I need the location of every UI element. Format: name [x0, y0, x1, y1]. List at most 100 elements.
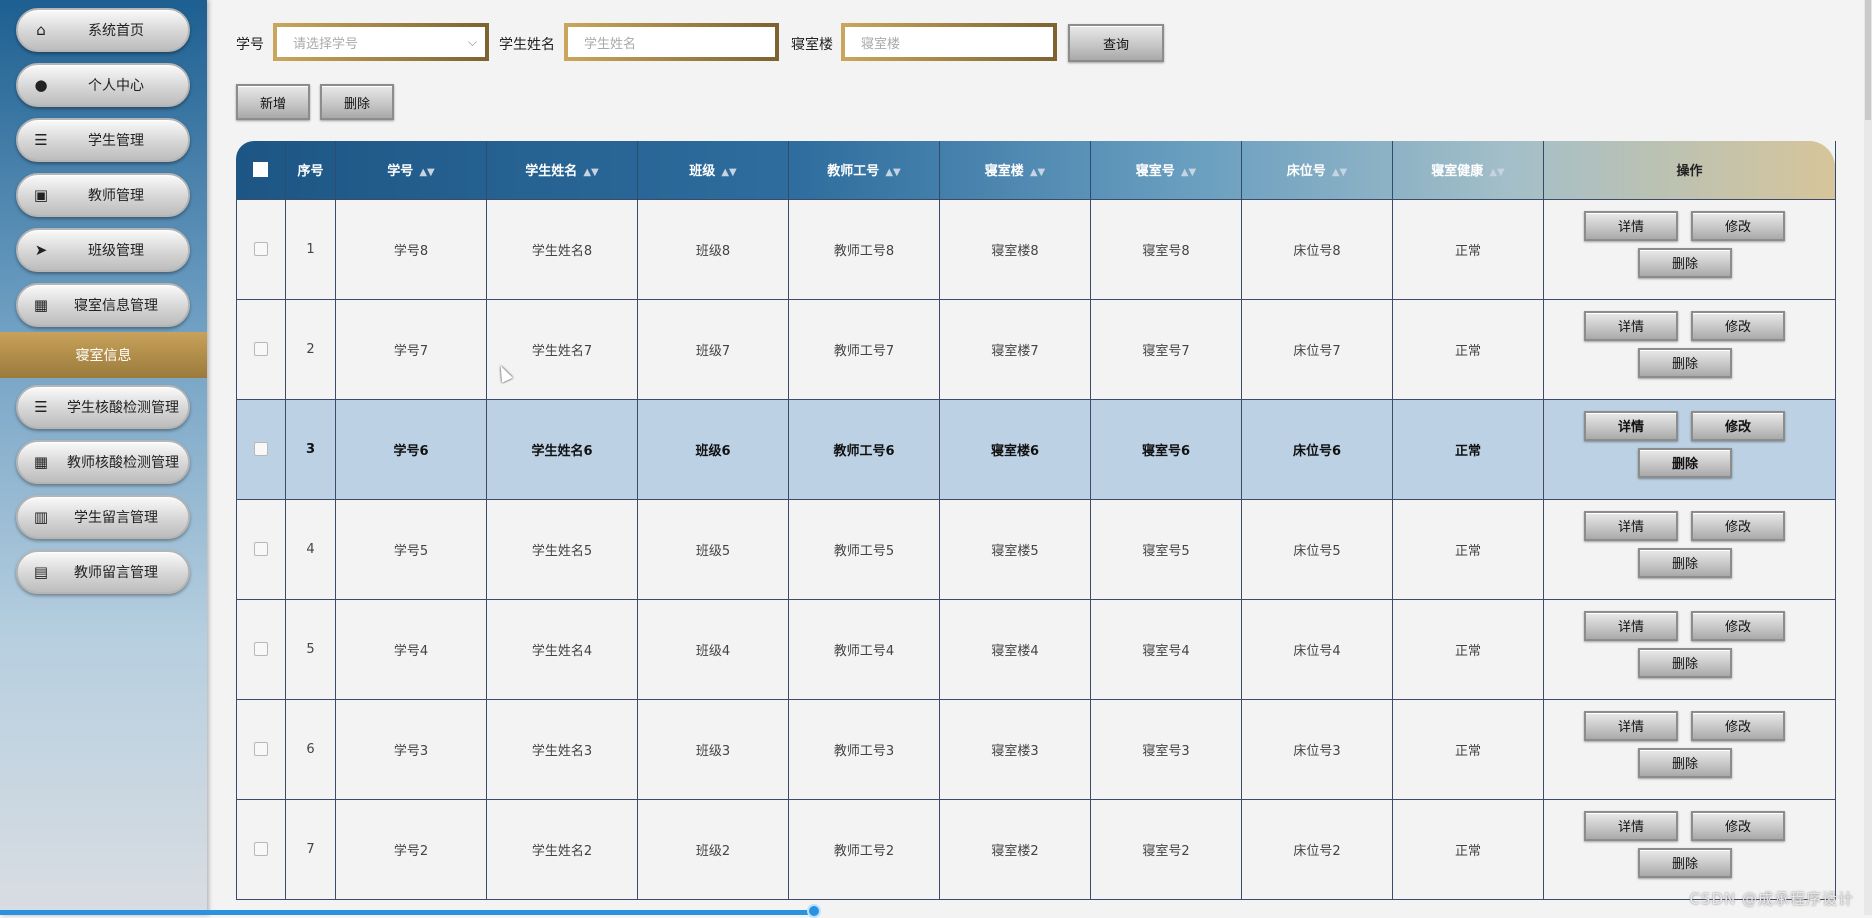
sidebar-item-student-test[interactable]: ☰ 学生核酸检测管理: [16, 385, 190, 429]
row-select-cell[interactable]: [236, 798, 286, 900]
row-delete-button[interactable]: 删除: [1638, 847, 1732, 878]
vertical-scrollbar-thumb[interactable]: [1865, 0, 1871, 120]
cell-name: 学生姓名3: [486, 698, 638, 800]
row-delete-button[interactable]: 删除: [1638, 647, 1732, 678]
row-checkbox[interactable]: [254, 842, 268, 856]
grid-icon: ▦: [33, 296, 49, 314]
detail-button[interactable]: 详情: [1584, 510, 1678, 541]
col-header-health[interactable]: 寝室健康 ▲▼: [1392, 141, 1544, 199]
sidebar-item-dorm-info[interactable]: ▦ 寝室信息管理: [16, 283, 190, 327]
horizontal-scrollbar[interactable]: [0, 910, 820, 915]
col-header-bed[interactable]: 床位号 ▲▼: [1241, 141, 1393, 199]
table-row[interactable]: 3 学号6 学生姓名6 班级6 教师工号6 寝室楼6 寝室号6 床位号6 正常 详情 修改 删除: [236, 398, 1836, 500]
delete-selected-button[interactable]: 删除: [320, 84, 394, 120]
col-header-class[interactable]: 班级 ▲▼: [637, 141, 789, 199]
sidebar-subitem-dorm-info[interactable]: 寝室信息: [0, 332, 207, 378]
col-header-building[interactable]: 寝室楼 ▲▼: [939, 141, 1091, 199]
vertical-scrollbar[interactable]: [1864, 0, 1872, 915]
sidebar-item-teacher-messages[interactable]: ▤ 教师留言管理: [16, 550, 190, 594]
select-all-cell[interactable]: [236, 141, 286, 199]
building-input[interactable]: 寝室楼: [841, 23, 1057, 61]
row-select-cell[interactable]: [236, 398, 286, 500]
row-checkbox[interactable]: [254, 542, 268, 556]
row-select-cell[interactable]: [236, 698, 286, 800]
cell-bed: 床位号5: [1241, 498, 1393, 600]
name-input[interactable]: 学生姓名: [564, 23, 779, 61]
add-button[interactable]: 新增: [236, 84, 310, 120]
edit-button[interactable]: 修改: [1691, 410, 1785, 441]
edit-button[interactable]: 修改: [1691, 610, 1785, 641]
detail-button[interactable]: 详情: [1584, 710, 1678, 741]
table-row[interactable]: 2 学号7 学生姓名7 班级7 教师工号7 寝室楼7 寝室号7 床位号7 正常 详情 修改 删除: [236, 298, 1836, 400]
edit-button[interactable]: 修改: [1691, 510, 1785, 541]
row-checkbox[interactable]: [254, 242, 268, 256]
edit-button[interactable]: 修改: [1691, 310, 1785, 341]
cell-teacher-id: 教师工号4: [788, 598, 940, 700]
col-header-name[interactable]: 学生姓名 ▲▼: [486, 141, 638, 199]
horizontal-scrollbar-handle[interactable]: [807, 904, 821, 918]
row-select-cell[interactable]: [236, 298, 286, 400]
cell-health: 正常: [1392, 798, 1544, 900]
detail-button[interactable]: 详情: [1584, 310, 1678, 341]
sort-icon[interactable]: ▲▼: [1181, 167, 1196, 178]
row-delete-button[interactable]: 删除: [1638, 447, 1732, 478]
cell-name: 学生姓名5: [486, 498, 638, 600]
row-delete-button[interactable]: 删除: [1638, 247, 1732, 278]
sidebar-item-students[interactable]: ☰ 学生管理: [16, 118, 190, 162]
detail-button[interactable]: 详情: [1584, 210, 1678, 241]
sort-icon[interactable]: ▲▼: [1489, 167, 1504, 178]
col-header-label: 学号: [387, 164, 414, 180]
cell-bed: 床位号6: [1241, 398, 1393, 500]
table-row[interactable]: 1 学号8 学生姓名8 班级8 教师工号8 寝室楼8 寝室号8 床位号8 正常 详情 修改 删除: [236, 198, 1836, 300]
row-checkbox[interactable]: [254, 642, 268, 656]
sidebar-item-classes[interactable]: ➤ 班级管理: [16, 228, 190, 272]
sidebar-item-profile[interactable]: ● 个人中心: [16, 63, 190, 107]
sidebar-item-student-messages[interactable]: ▥ 学生留言管理: [16, 495, 190, 539]
edit-button[interactable]: 修改: [1691, 710, 1785, 741]
list-icon: ☰: [34, 398, 48, 416]
table-row[interactable]: 6 学号3 学生姓名3 班级3 教师工号3 寝室楼3 寝室号3 床位号3 正常 详情 修改 删除: [236, 698, 1836, 800]
table-row[interactable]: 7 学号2 学生姓名2 班级2 教师工号2 寝室楼2 寝室号2 床位号2 正常 详情 修改 删除: [236, 798, 1836, 900]
row-checkbox[interactable]: [254, 442, 268, 456]
sidebar-item-home[interactable]: ⌂ 系统首页: [16, 8, 190, 52]
sort-icon[interactable]: ▲▼: [583, 167, 598, 178]
row-delete-button[interactable]: 删除: [1638, 347, 1732, 378]
row-checkbox[interactable]: [254, 342, 268, 356]
sort-icon[interactable]: ▲▼: [1332, 167, 1347, 178]
col-header-room[interactable]: 寝室号 ▲▼: [1090, 141, 1242, 199]
cell-index: 1: [285, 198, 336, 300]
row-delete-button[interactable]: 删除: [1638, 747, 1732, 778]
cell-building: 寝室楼8: [939, 198, 1091, 300]
xuehao-label: 学号: [236, 37, 264, 53]
sort-icon[interactable]: ▲▼: [1030, 167, 1045, 178]
edit-button[interactable]: 修改: [1691, 810, 1785, 841]
row-delete-button[interactable]: 删除: [1638, 547, 1732, 578]
sort-icon[interactable]: ▲▼: [721, 167, 736, 178]
table-row[interactable]: 5 学号4 学生姓名4 班级4 教师工号4 寝室楼4 寝室号4 床位号4 正常 详情 修改 删除: [236, 598, 1836, 700]
edit-button[interactable]: 修改: [1691, 210, 1785, 241]
sort-icon[interactable]: ▲▼: [419, 167, 434, 178]
detail-button[interactable]: 详情: [1584, 410, 1678, 441]
table-row[interactable]: 4 学号5 学生姓名5 班级5 教师工号5 寝室楼5 寝室号5 床位号5 正常 详情 修改 删除: [236, 498, 1836, 600]
query-button[interactable]: 查询: [1068, 24, 1164, 62]
row-select-cell[interactable]: [236, 598, 286, 700]
cell-teacher-id: 教师工号7: [788, 298, 940, 400]
sidebar-item-label: 个人中心: [88, 78, 144, 94]
row-checkbox[interactable]: [254, 742, 268, 756]
cell-building: 寝室楼7: [939, 298, 1091, 400]
detail-button[interactable]: 详情: [1584, 610, 1678, 641]
col-header-teacher-id[interactable]: 教师工号 ▲▼: [788, 141, 940, 199]
select-all-checkbox[interactable]: [253, 162, 269, 178]
row-select-cell[interactable]: [236, 198, 286, 300]
sidebar-item-label: 系统首页: [88, 23, 144, 39]
row-select-cell[interactable]: [236, 498, 286, 600]
sort-icon[interactable]: ▲▼: [885, 167, 900, 178]
cell-xuehao: 学号8: [335, 198, 487, 300]
col-header-xuehao[interactable]: 学号 ▲▼: [335, 141, 487, 199]
cell-bed: 床位号7: [1241, 298, 1393, 400]
cell-teacher-id: 教师工号5: [788, 498, 940, 600]
sidebar-item-teachers[interactable]: ▣ 教师管理: [16, 173, 190, 217]
detail-button[interactable]: 详情: [1584, 810, 1678, 841]
xuehao-select[interactable]: 请选择学号 ⌵: [273, 23, 489, 61]
sidebar-item-teacher-test[interactable]: ▦ 教师核酸检测管理: [16, 440, 190, 484]
